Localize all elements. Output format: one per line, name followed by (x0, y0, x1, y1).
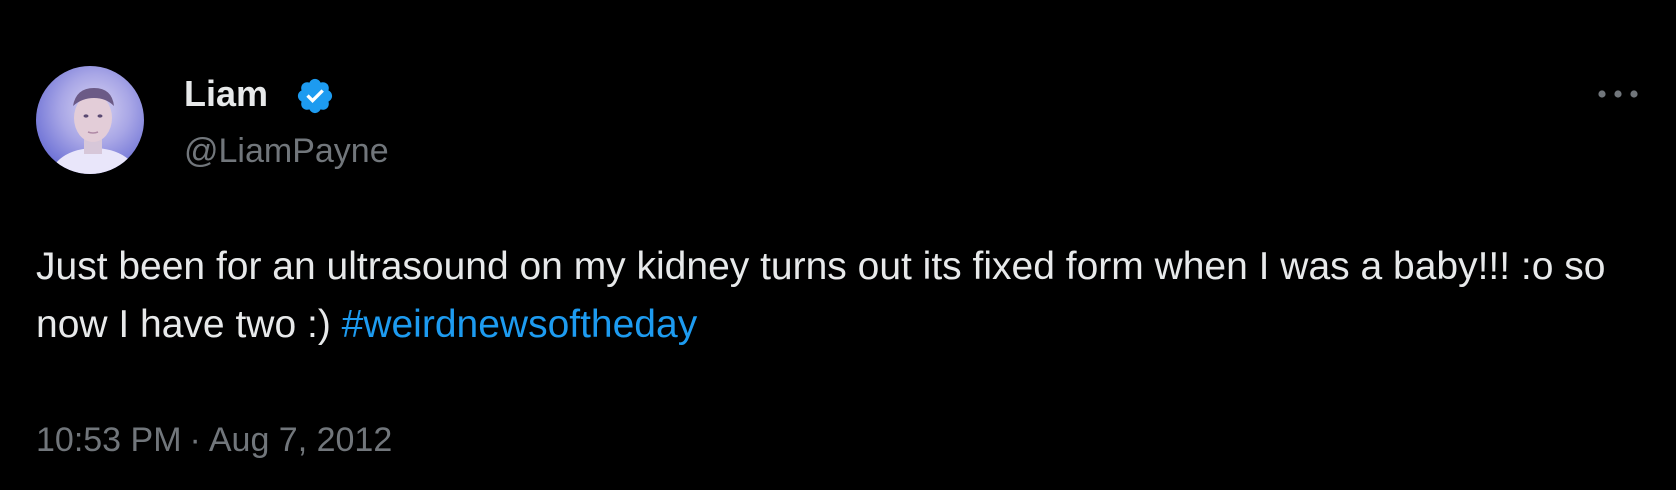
tweet-text: Just been for an ultrasound on my kidney… (36, 238, 1646, 354)
tweet-timestamp[interactable]: 10:53 PM · Aug 7, 2012 (36, 418, 392, 462)
more-options-icon[interactable] (1594, 84, 1642, 104)
verified-badge-icon[interactable] (295, 76, 335, 116)
tweet-time: 10:53 PM (36, 421, 182, 459)
tweet-date: Aug 7, 2012 (208, 421, 393, 459)
avatar[interactable] (36, 66, 144, 174)
author-handle[interactable]: @LiamPayne (184, 130, 389, 172)
avatar-portrait (50, 88, 138, 174)
author-name[interactable]: Liam (184, 72, 268, 116)
timestamp-separator: · (189, 421, 201, 459)
tweet-card: Liam @LiamPayne Just been for an ultraso… (0, 0, 1676, 490)
tweet-body: Just been for an ultrasound on my kidney… (36, 245, 1606, 346)
hashtag-link[interactable]: #weirdnewsoftheday (342, 303, 698, 346)
